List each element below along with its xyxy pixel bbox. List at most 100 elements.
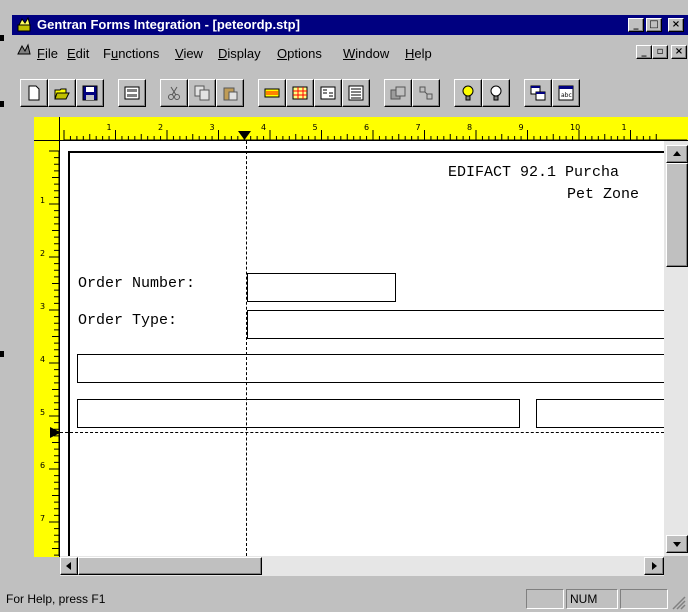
menu-options[interactable]: Options (277, 46, 322, 61)
list-button[interactable] (342, 79, 370, 107)
bulb-on-button[interactable] (454, 79, 482, 107)
group-button[interactable] (384, 79, 412, 107)
label-icon: abc (558, 85, 574, 101)
form-heading-line1: EDIFACT 92.1 Purcha (448, 164, 620, 181)
open-button[interactable] (48, 79, 76, 107)
order-number-label: Order Number: (78, 275, 196, 292)
gentran-app-icon[interactable] (16, 17, 32, 33)
bulb-off-button[interactable] (482, 79, 510, 107)
menu-view[interactable]: View (175, 46, 203, 61)
edge-mark (0, 351, 4, 357)
menu-edit[interactable]: Edit (67, 46, 89, 61)
paste-button[interactable] (216, 79, 244, 107)
bulb-off-icon (490, 85, 502, 101)
vertical-ruler[interactable]: 1 2 3 4 5 6 7 (34, 141, 61, 557)
arrow-left-icon (66, 562, 71, 570)
status-bar: For Help, press F1 NUM (0, 586, 688, 612)
layout-icon (124, 86, 140, 100)
menu-file[interactable]: File (37, 46, 58, 61)
ruler-number: 7 (40, 514, 45, 523)
edge-mark (0, 35, 4, 41)
sort-button[interactable] (314, 79, 342, 107)
horizontal-guide-line[interactable] (60, 432, 664, 433)
application-window: Gentran Forms Integration - [peteordp.st… (0, 0, 688, 612)
ruler-number: 1 (40, 196, 45, 205)
ruler-number: 1 (107, 123, 112, 132)
document-control-icon[interactable] (16, 42, 32, 58)
paste-icon (223, 87, 238, 101)
minimize-button[interactable]: _ (628, 18, 644, 32)
save-icon (82, 85, 98, 101)
ruler-marker-icon[interactable] (238, 131, 252, 141)
grid-button[interactable] (286, 79, 314, 107)
resize-grip-icon[interactable] (670, 594, 686, 610)
ruler-number: 4 (40, 355, 45, 364)
form-heading-line2: Pet Zone (567, 186, 640, 203)
title-bar[interactable]: Gentran Forms Integration - [peteordp.st… (12, 15, 688, 35)
mdi-close-button[interactable]: × (671, 45, 687, 59)
arrow-down-icon (673, 542, 681, 547)
menu-bar: File Edit Functions View Display Options… (12, 37, 688, 69)
window-title: Gentran Forms Integration - [peteordp.st… (37, 17, 300, 32)
ruler-number: 1 (622, 123, 627, 132)
copy-icon (194, 85, 210, 101)
form-field[interactable] (536, 399, 664, 428)
num-lock-indicator: NUM (566, 589, 618, 609)
mdi-minimize-button[interactable]: _ (636, 45, 652, 59)
form-field[interactable] (77, 354, 664, 383)
status-help-text: For Help, press F1 (6, 592, 106, 606)
copy-button[interactable] (188, 79, 216, 107)
layout-button[interactable] (118, 79, 146, 107)
sort-icon (320, 86, 336, 100)
scroll-left-button[interactable] (60, 557, 78, 575)
vertical-ruler-ticks: 1 2 3 4 5 6 7 (40, 150, 60, 556)
grid-icon (292, 86, 308, 100)
vertical-scroll-thumb[interactable] (666, 163, 688, 267)
horizontal-scrollbar[interactable] (60, 556, 664, 576)
ruler-number: 4 (261, 123, 266, 132)
horizontal-ruler-ticks: 1 2 3 4 5 6 7 8 9 10 1 (63, 123, 687, 141)
open-icon (54, 88, 70, 100)
scroll-right-button[interactable] (644, 557, 664, 575)
scroll-down-button[interactable] (666, 535, 688, 553)
group-icon (390, 86, 406, 100)
vertical-guide-line[interactable] (246, 141, 247, 556)
scroll-up-button[interactable] (666, 145, 688, 163)
new-button[interactable] (20, 79, 48, 107)
field-icon (264, 88, 280, 98)
link-button[interactable] (412, 79, 440, 107)
svg-text:abc: abc (561, 92, 572, 99)
save-button[interactable] (76, 79, 104, 107)
ruler-number: 2 (158, 123, 163, 132)
form-canvas[interactable]: EDIFACT 92.1 Purcha Pet Zone Order Numbe… (60, 141, 664, 556)
ruler-number: 5 (40, 408, 45, 417)
arrow-up-icon (673, 151, 681, 156)
edge-mark (0, 101, 4, 107)
menu-functions[interactable]: Functions (103, 46, 159, 61)
field-button[interactable] (258, 79, 286, 107)
menu-window[interactable]: Window (343, 46, 389, 61)
ruler-number: 8 (467, 123, 472, 132)
mdi-restore-button[interactable]: ▫ (652, 45, 668, 59)
label-button[interactable]: abc (552, 79, 580, 107)
order-number-field[interactable] (247, 273, 396, 302)
close-button[interactable]: × (668, 18, 684, 32)
windows-button[interactable] (524, 79, 552, 107)
ruler-number: 3 (210, 123, 215, 132)
menu-help[interactable]: Help (405, 46, 432, 61)
order-type-field[interactable] (247, 310, 664, 339)
menu-display[interactable]: Display (218, 46, 261, 61)
bulb-on-icon (462, 85, 474, 101)
list-icon (348, 85, 364, 101)
ruler-number: 2 (40, 249, 45, 258)
maximize-button[interactable]: □ (646, 18, 662, 32)
status-panel (620, 589, 668, 609)
horizontal-scroll-thumb[interactable] (78, 557, 262, 575)
ruler-number: 5 (313, 123, 318, 132)
horizontal-ruler[interactable]: 1 2 3 4 5 6 7 8 9 10 1 (34, 117, 688, 141)
arrow-right-icon (652, 562, 657, 570)
form-field[interactable] (77, 399, 520, 428)
vertical-scrollbar[interactable] (664, 141, 688, 557)
cut-button[interactable] (160, 79, 188, 107)
toolbar: abc (12, 79, 688, 111)
